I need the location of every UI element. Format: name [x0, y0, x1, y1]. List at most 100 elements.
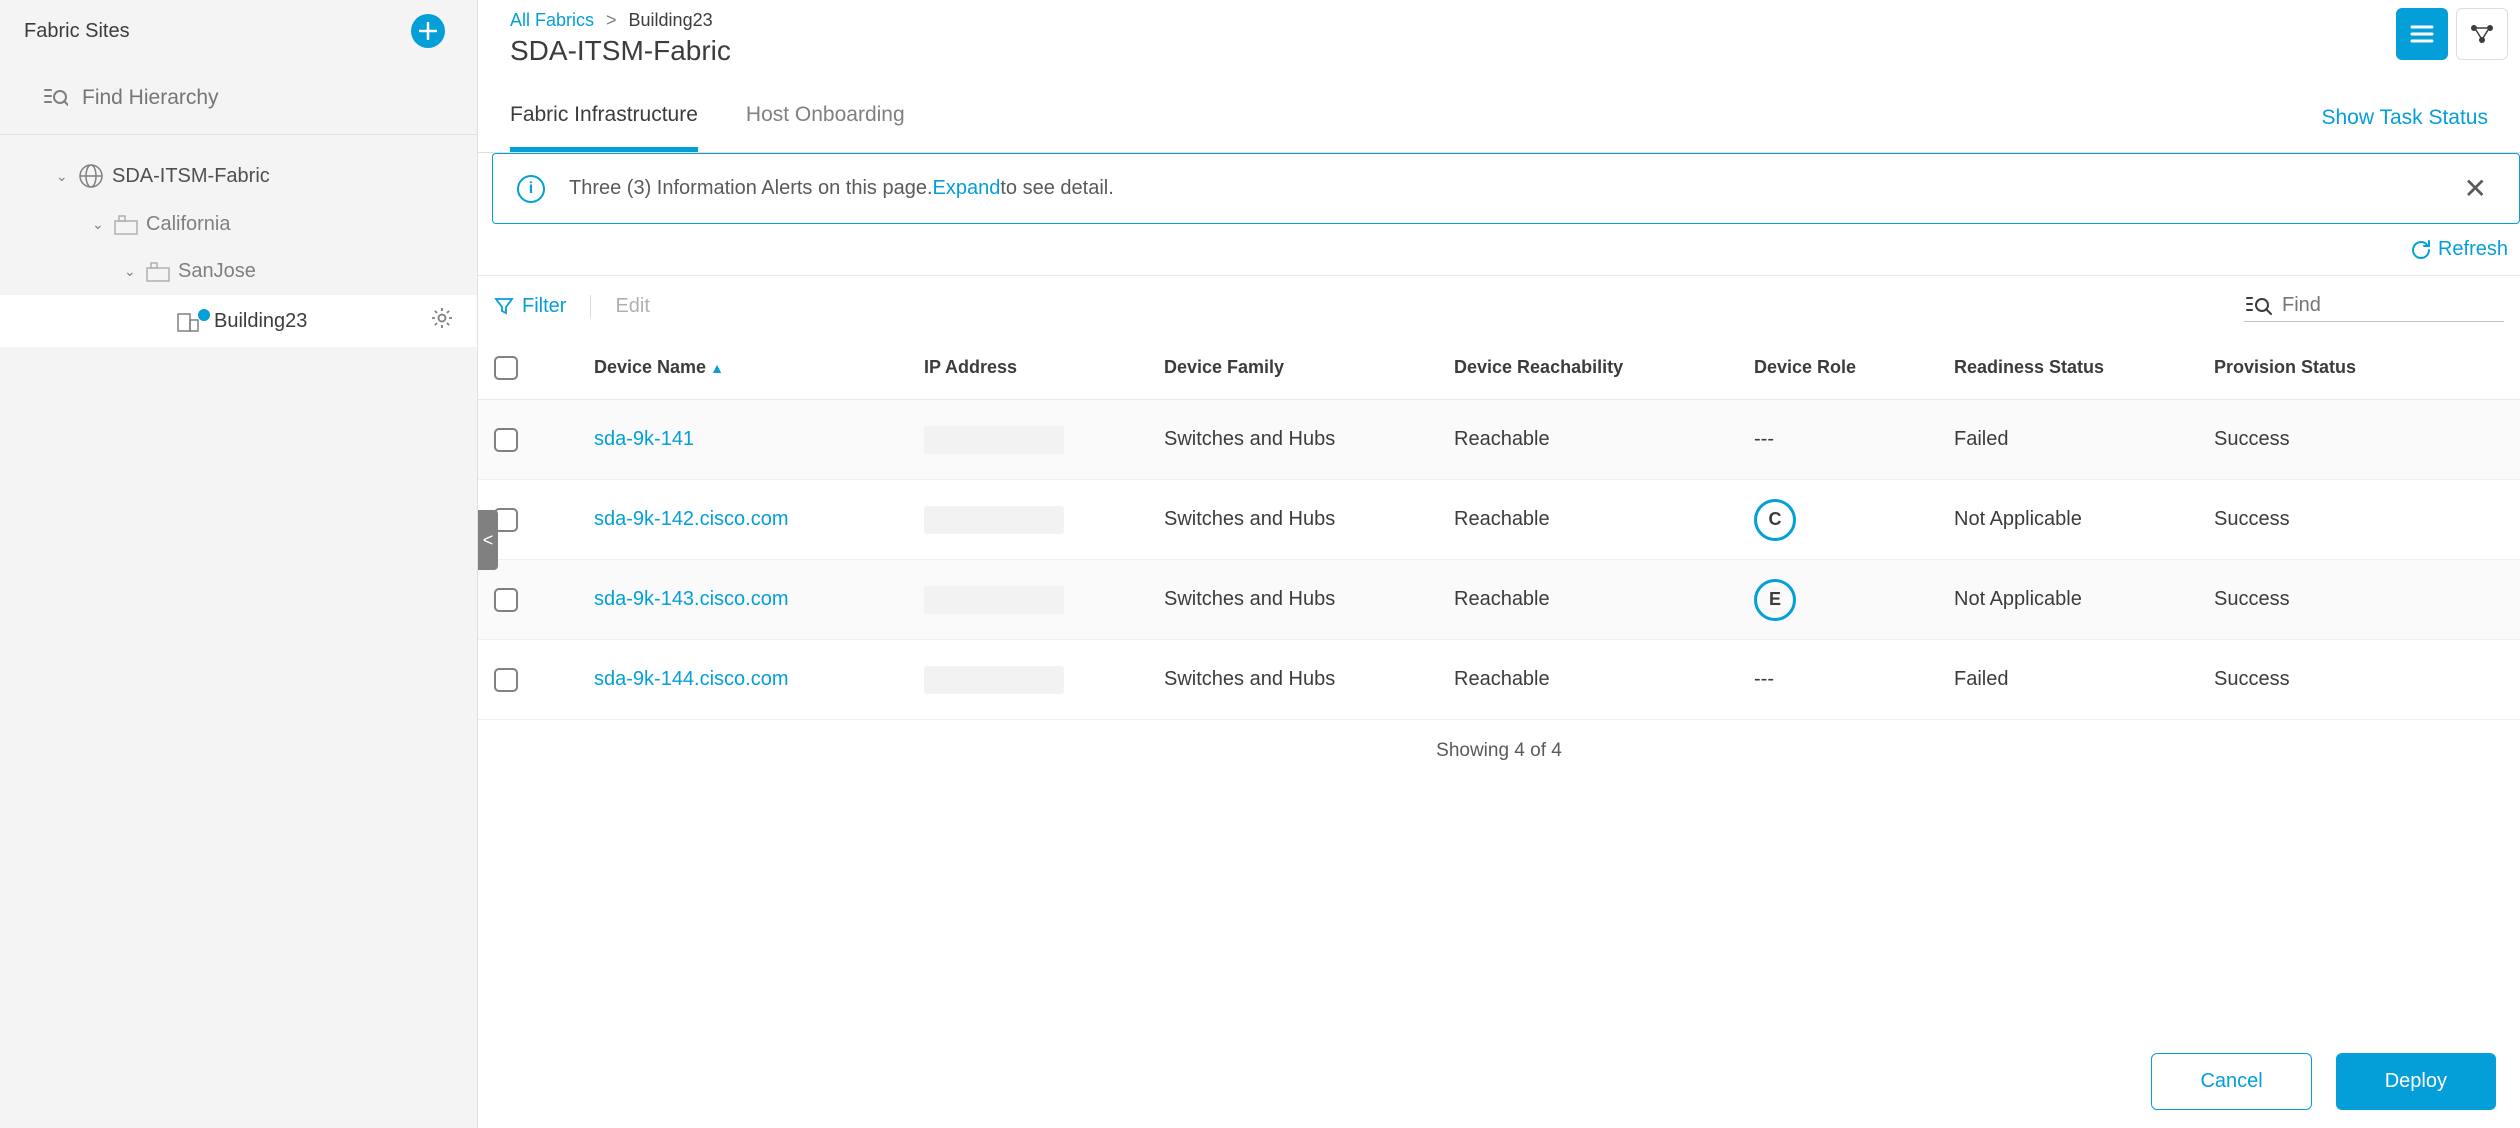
tree-label: SanJose [178, 260, 256, 283]
info-icon: i [517, 175, 545, 203]
topology-view-button[interactable] [2456, 8, 2508, 60]
page-title: SDA-ITSM-Fabric [478, 31, 2520, 83]
table-row: sda-9k-144.cisco.com Switches and HubsRea… [478, 640, 2520, 720]
chevron-right-icon: > [606, 10, 617, 31]
cancel-button[interactable]: Cancel [2151, 1053, 2311, 1110]
alert-text-post: to see detail. [1000, 177, 1113, 200]
role-text: --- [1754, 428, 1954, 451]
alert-text: Three (3) Information Alerts on this pag… [569, 177, 933, 200]
find-input[interactable] [2282, 294, 2502, 317]
ip-address-redacted [924, 586, 1064, 614]
close-icon[interactable]: ✕ [2464, 172, 2495, 205]
chevron-down-icon[interactable]: ⌄ [124, 263, 138, 280]
provision-status: Success [2214, 588, 2504, 611]
ip-address-redacted [924, 666, 1064, 694]
table-row: sda-9k-142.cisco.com Switches and HubsRea… [478, 480, 2520, 560]
table-row: sda-9k-141 Switches and HubsReachable---F… [478, 400, 2520, 480]
refresh-button[interactable]: Refresh [2410, 238, 2508, 261]
row-checkbox[interactable] [494, 668, 518, 692]
add-fabric-button[interactable] [411, 14, 445, 48]
deploy-button[interactable]: Deploy [2336, 1053, 2496, 1110]
breadcrumb-current: Building23 [629, 10, 713, 31]
device-reachability: Reachable [1454, 588, 1754, 611]
row-checkbox[interactable] [494, 428, 518, 452]
list-icon [2410, 24, 2434, 44]
hierarchy-search[interactable] [0, 62, 477, 135]
readiness-status: Not Applicable [1954, 508, 2214, 531]
filter-button[interactable]: Filter [494, 295, 591, 318]
status-dot-icon [198, 309, 210, 321]
plus-icon [419, 22, 437, 40]
provision-status: Success [2214, 668, 2504, 691]
device-family: Switches and Hubs [1164, 428, 1454, 451]
find-input-container[interactable] [2244, 290, 2504, 322]
role-badge: C [1754, 499, 1796, 541]
building-icon [176, 310, 200, 332]
device-reachability: Reachable [1454, 508, 1754, 531]
row-checkbox[interactable] [494, 588, 518, 612]
search-icon [2246, 295, 2272, 317]
readiness-status: Not Applicable [1954, 588, 2214, 611]
tree-node-building-active[interactable]: Building23 [0, 295, 477, 347]
device-name-link[interactable]: sda-9k-144.cisco.com [594, 668, 789, 690]
tree-node-fabric[interactable]: ⌄ SDA-ITSM-Fabric [0, 151, 477, 201]
col-device-role[interactable]: Device Role [1754, 357, 1954, 378]
device-family: Switches and Hubs [1164, 668, 1454, 691]
role-text: --- [1754, 668, 1954, 691]
alert-expand-link[interactable]: Expand [933, 177, 1001, 200]
sidebar: Fabric Sites ⌄ SDA-ITSM-Fabric ⌄ Calif [0, 0, 478, 1128]
table-row: sda-9k-143.cisco.com Switches and HubsRea… [478, 560, 2520, 640]
sidebar-title: Fabric Sites [24, 20, 130, 43]
provision-status: Success [2214, 508, 2504, 531]
chevron-down-icon[interactable]: ⌄ [56, 168, 70, 185]
gear-icon[interactable] [431, 307, 453, 335]
list-view-button[interactable] [2396, 8, 2448, 60]
col-ip-address[interactable]: IP Address [924, 357, 1164, 378]
device-reachability: Reachable [1454, 668, 1754, 691]
area-icon [114, 215, 138, 235]
area-icon [146, 262, 170, 282]
device-name-link[interactable]: sda-9k-142.cisco.com [594, 508, 789, 530]
tab-host-onboarding[interactable]: Host Onboarding [746, 83, 905, 152]
search-list-icon [44, 87, 68, 109]
tree-node-region[interactable]: ⌄ California [0, 201, 477, 248]
show-task-status-link[interactable]: Show Task Status [2321, 106, 2488, 130]
edit-button[interactable]: Edit [615, 295, 649, 318]
readiness-status: Failed [1954, 428, 2214, 451]
table-header: Device Name▲ IP Address Device Family De… [478, 336, 2520, 400]
readiness-status: Failed [1954, 668, 2214, 691]
device-name-link[interactable]: sda-9k-143.cisco.com [594, 588, 789, 610]
tree-label: California [146, 213, 230, 236]
hierarchy-search-input[interactable] [82, 86, 453, 110]
refresh-icon [2410, 239, 2432, 261]
ip-address-redacted [924, 426, 1064, 454]
device-family: Switches and Hubs [1164, 588, 1454, 611]
col-device-name[interactable]: Device Name▲ [594, 357, 924, 378]
col-device-family[interactable]: Device Family [1164, 357, 1454, 378]
table-summary: Showing 4 of 4 [478, 720, 2520, 782]
tree-node-site[interactable]: ⌄ SanJose [0, 248, 477, 295]
col-provision-status[interactable]: Provision Status [2214, 357, 2504, 378]
device-reachability: Reachable [1454, 428, 1754, 451]
col-device-reachability[interactable]: Device Reachability [1454, 357, 1754, 378]
ip-address-redacted [924, 506, 1064, 534]
breadcrumb: All Fabrics > Building23 [478, 0, 2520, 31]
sort-asc-icon: ▲ [710, 360, 724, 376]
globe-icon [78, 163, 104, 189]
info-alert: i Three (3) Information Alerts on this p… [492, 153, 2520, 224]
device-family: Switches and Hubs [1164, 508, 1454, 531]
tab-fabric-infrastructure[interactable]: Fabric Infrastructure [510, 83, 698, 152]
tree-label: SDA-ITSM-Fabric [112, 165, 270, 188]
col-readiness-status[interactable]: Readiness Status [1954, 357, 2214, 378]
tree-label: Building23 [214, 310, 307, 333]
select-all-checkbox[interactable] [494, 356, 518, 380]
role-badge: E [1754, 579, 1796, 621]
device-table: Device Name▲ IP Address Device Family De… [478, 336, 2520, 720]
filter-icon [494, 296, 514, 316]
collapse-sidebar-button[interactable]: < [478, 510, 498, 570]
chevron-down-icon[interactable]: ⌄ [92, 216, 106, 233]
provision-status: Success [2214, 428, 2504, 451]
device-name-link[interactable]: sda-9k-141 [594, 428, 694, 450]
topology-icon [2469, 23, 2495, 45]
breadcrumb-root[interactable]: All Fabrics [510, 10, 594, 31]
